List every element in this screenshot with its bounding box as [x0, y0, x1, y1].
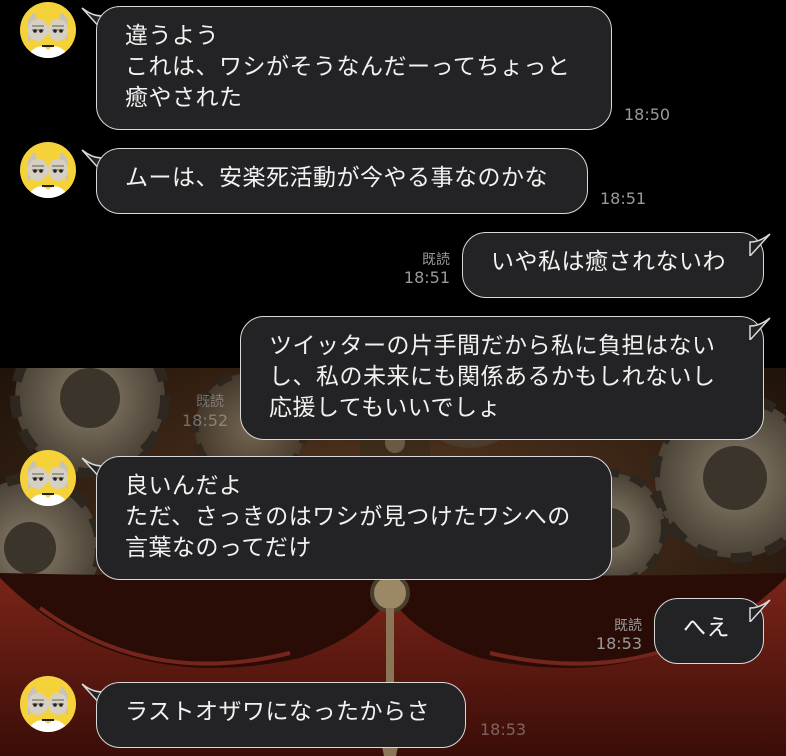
message-line: 違うよう	[125, 23, 219, 49]
message-line: 応援してもいいでしょ	[269, 395, 502, 421]
message-line: いや私は癒されないわ	[491, 249, 726, 275]
message-timestamp: 18:50	[624, 105, 671, 124]
bubble-tail	[749, 317, 771, 340]
message-line: ツイッターの片手間だから私に負担はない	[269, 333, 716, 359]
read-receipt: 既読 18:53	[590, 618, 642, 652]
message-line: 良いんだよ	[125, 473, 243, 499]
message-timestamp: 18:53	[595, 634, 642, 653]
message-timestamp: 18:51	[600, 189, 647, 208]
message-bubble[interactable]: 良いんだよ ただ、さっきのはワシが見つけたワシへの 言葉なのってだけ	[96, 456, 612, 580]
cat-avatar-icon[interactable]	[20, 450, 76, 506]
background-timestamp: 18:53	[480, 720, 527, 739]
read-receipt: 既読 18:51	[398, 252, 450, 286]
message-line: ただ、さっきのはワシが見つけたワシへの	[125, 504, 571, 530]
read-label: 既読	[614, 618, 642, 634]
message-bubble[interactable]: ツイッターの片手間だから私に負担はない し、私の未来にも関係あるかもしれないし …	[240, 316, 764, 440]
message-line: ラストオザワになったからさ	[125, 699, 431, 725]
message-timestamp: 18:51	[403, 268, 450, 287]
cat-avatar-icon[interactable]	[20, 676, 76, 732]
read-label: 既読	[422, 252, 450, 268]
message-bubble[interactable]: いや私は癒されないわ	[462, 232, 764, 298]
message-line: 言葉なのってだけ	[125, 535, 312, 561]
bubble-tail	[749, 233, 771, 256]
cat-avatar-icon[interactable]	[20, 142, 76, 198]
message-bubble[interactable]: 違うよう これは、ワシがそうなんだーってちょっと 癒やされた	[96, 6, 612, 130]
message-line: ムーは、安楽死活動が今やる事なのかな	[125, 165, 548, 191]
message-bubble[interactable]: ムーは、安楽死活動が今やる事なのかな	[96, 148, 588, 214]
message-bubble[interactable]: ラストオザワになったからさ	[96, 682, 466, 748]
background-timestamp: 18:52	[182, 411, 229, 430]
background-read-label: 既読	[196, 394, 224, 410]
message-line: し、私の未来にも関係あるかもしれないし	[269, 364, 716, 390]
message-line: これは、ワシがそうなんだーってちょっと	[125, 54, 571, 80]
message-line: 癒やされた	[125, 85, 243, 111]
message-line: へえ	[683, 615, 730, 641]
cat-avatar-icon[interactable]	[20, 2, 76, 58]
bubble-tail	[749, 599, 771, 622]
